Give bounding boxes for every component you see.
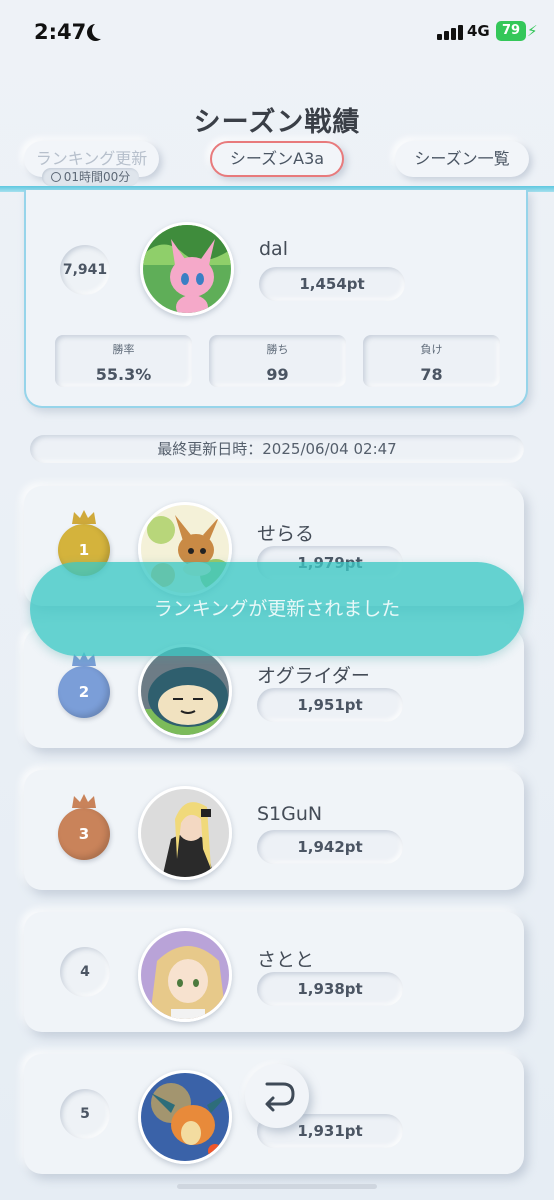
last-updated: 最終更新日時：2025/06/04 02:47 <box>30 435 524 463</box>
wins-box: 勝ち 99 <box>209 335 346 387</box>
ranking-timer: 01時間00分 <box>42 168 139 186</box>
season-selector-button[interactable]: シーズンA3a <box>210 141 344 177</box>
charging-icon: ⚡ <box>527 22 538 40</box>
bronze-medal: 3 <box>58 808 110 860</box>
network-label: 4G <box>467 22 490 40</box>
ranking-row[interactable]: 3 S1GuN 1,942pt <box>24 770 524 890</box>
wins-label: 勝ち <box>266 343 289 356</box>
win-rate-label: 勝率 <box>112 343 135 356</box>
player-name: さとと <box>257 949 315 971</box>
my-record-card: 7,941 dal 1,454pt 勝率 55.3% 勝ち 99 負け 78 <box>24 190 528 408</box>
crown-icon <box>72 510 96 524</box>
status-bar: 2:47 4G 79 ⚡ <box>0 0 554 66</box>
player-points: 1,938pt <box>257 972 403 1006</box>
wins-value: 99 <box>266 365 289 384</box>
my-points: 1,454pt <box>259 267 405 301</box>
ranking-updated-toast: ランキングが更新されました <box>30 562 524 656</box>
status-time: 2:47 <box>34 20 87 44</box>
clock-icon <box>50 172 61 182</box>
player-name: せらる <box>257 523 315 545</box>
avatar[interactable] <box>138 644 232 738</box>
avatar[interactable] <box>138 928 232 1022</box>
timer-text: 01時間00分 <box>63 170 131 184</box>
player-name: オグライダー <box>257 665 370 687</box>
win-rate-value: 55.3% <box>95 365 152 384</box>
losses-box: 負け 78 <box>363 335 500 387</box>
rank-number: 5 <box>60 1089 110 1139</box>
player-points: 1,942pt <box>257 830 403 864</box>
avatar[interactable] <box>138 1070 232 1164</box>
home-indicator <box>177 1184 377 1189</box>
losses-label: 負け <box>420 343 443 356</box>
page-title: シーズン戦績 <box>193 107 361 138</box>
my-name: dal <box>259 238 288 260</box>
silver-medal: 2 <box>58 666 110 718</box>
my-rank: 7,941 <box>60 245 110 295</box>
battery-icon: 79 <box>496 21 526 41</box>
moon-icon <box>92 22 109 39</box>
crown-icon <box>72 794 96 808</box>
my-avatar[interactable] <box>140 222 234 316</box>
win-rate-box: 勝率 55.3% <box>55 335 192 387</box>
signal-icon <box>437 24 465 40</box>
player-name: S1GuN <box>257 803 323 825</box>
season-list-button[interactable]: シーズン一覧 <box>395 141 529 177</box>
rank-number: 4 <box>60 947 110 997</box>
losses-value: 78 <box>420 365 443 384</box>
avatar[interactable] <box>138 786 232 880</box>
player-points: 1,951pt <box>257 688 403 722</box>
ranking-row[interactable]: 4 さとと 1,938pt <box>24 912 524 1032</box>
back-button[interactable] <box>245 1064 309 1128</box>
return-arrow-icon <box>265 1082 295 1112</box>
